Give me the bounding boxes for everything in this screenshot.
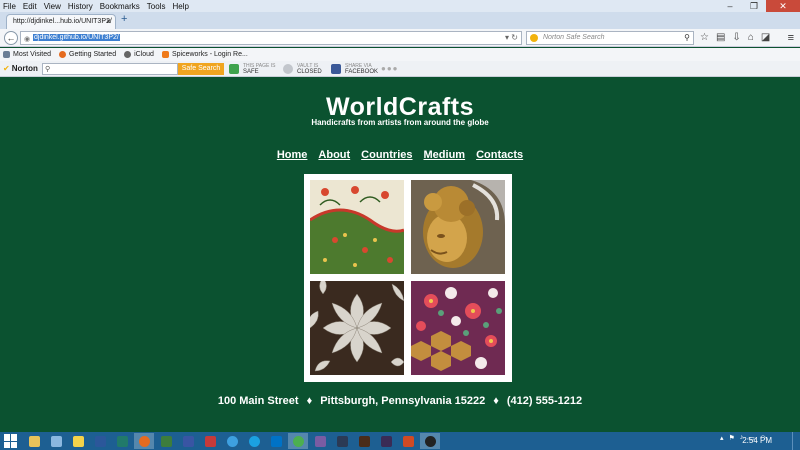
norton-toolbar: ✔ Norton ⚲ Safe Search THIS PAGE IS SAFE V…: [0, 61, 800, 77]
globe-icon: ◉: [24, 36, 31, 43]
norton-search-input[interactable]: ⚲: [42, 63, 178, 75]
word-icon[interactable]: [90, 433, 110, 449]
menu-history[interactable]: History: [68, 2, 93, 11]
footer-city: Pittsburgh, Pennsylvania 15222: [320, 395, 486, 407]
menu-bookmarks[interactable]: Bookmarks: [100, 2, 140, 11]
menu-bar: File Edit View History Bookmarks Tools H…: [0, 0, 800, 12]
premiere-icon[interactable]: [376, 433, 396, 449]
publisher-icon[interactable]: [112, 433, 132, 449]
nav-contacts[interactable]: Contacts: [476, 149, 523, 161]
bookmarks-bar: Most Visited Getting Started iCloud Spic…: [0, 48, 800, 61]
norton-logo: ✔ Norton: [3, 64, 38, 73]
separator-diamond: ♦: [493, 395, 499, 407]
nav-home[interactable]: Home: [277, 149, 308, 161]
dreamweaver-icon[interactable]: [156, 433, 176, 449]
download-icon[interactable]: ⇩: [732, 32, 740, 43]
obs-icon[interactable]: [420, 433, 440, 449]
tab-title: http://djdinkel...hub.io/UNIT3P2/: [13, 18, 112, 25]
search-icon[interactable]: ⚲: [684, 33, 690, 42]
search-placeholder: Norton Safe Search: [543, 34, 605, 41]
facebook-icon: [331, 64, 341, 74]
url-text: djdinkel.github.io/UNIT3P2/: [33, 34, 120, 41]
skype-icon[interactable]: [244, 433, 264, 449]
bookmark-star-icon[interactable]: ☆: [700, 32, 709, 43]
home-icon[interactable]: ⌂: [748, 32, 754, 43]
safe-search-button[interactable]: Safe Search: [178, 63, 224, 75]
floral-textile-image[interactable]: [411, 281, 505, 375]
more-icon[interactable]: ●●●: [381, 64, 399, 73]
bookmark-spiceworks[interactable]: Spiceworks - Login Re...: [161, 51, 248, 58]
reload-icon[interactable]: ▾ ↻: [505, 33, 518, 42]
tab-strip: http://djdinkel...hub.io/UNIT3P2/ × +: [0, 12, 800, 29]
nav-about[interactable]: About: [318, 149, 350, 161]
footer-phone: (412) 555-1212: [506, 395, 583, 407]
minimize-icon[interactable]: –: [718, 0, 742, 12]
taskbar-clock[interactable]: 2:54 PM: [742, 436, 772, 445]
menu-help[interactable]: Help: [172, 2, 188, 11]
norton-search-icon: [530, 34, 538, 42]
outlook-icon[interactable]: [266, 433, 286, 449]
cherub-sculpture-image[interactable]: [411, 180, 505, 274]
notes-icon[interactable]: [68, 433, 88, 449]
bookmark-folder-icon: [3, 51, 10, 58]
floral-painting-image[interactable]: [310, 180, 404, 274]
chrome-icon[interactable]: [288, 433, 308, 449]
visio-icon[interactable]: [178, 433, 198, 449]
site-subtitle: Handicrafts from artists from around the…: [311, 118, 489, 127]
web-page: WorldCrafts Handicrafts from artists fro…: [0, 77, 800, 432]
menu-tools[interactable]: Tools: [147, 2, 166, 11]
taskbar: ▴ ⚑ ♪ ▭ ◠ 2:54 PM: [0, 432, 800, 450]
browser-tab[interactable]: http://djdinkel...hub.io/UNIT3P2/ ×: [6, 14, 116, 29]
addon-icon[interactable]: ◪: [761, 32, 770, 43]
show-desktop-button[interactable]: [792, 432, 800, 450]
craft-gallery: [304, 174, 512, 382]
footer-street: 100 Main Street: [217, 395, 299, 407]
bookmark-most-visited[interactable]: Most Visited: [3, 51, 51, 58]
vault-icon: [283, 64, 293, 74]
windows-start-icon[interactable]: [4, 434, 18, 448]
reading-list-icon[interactable]: ▤: [716, 32, 725, 43]
powerpoint-icon[interactable]: [398, 433, 418, 449]
safe-check-icon: [229, 64, 239, 74]
illustrator-icon[interactable]: [354, 433, 374, 449]
url-bar[interactable]: ◉ djdinkel.github.io/UNIT3P2/ ▾ ↻: [20, 31, 522, 45]
apple-icon: [124, 51, 132, 58]
page-status[interactable]: THIS PAGE IS SAFE: [243, 63, 275, 75]
menu-file[interactable]: File: [3, 2, 16, 11]
menu-edit[interactable]: Edit: [23, 2, 37, 11]
network-icon[interactable]: ▴: [720, 434, 724, 442]
toolbar-icons: ☆ ▤ ⇩ ⌂ ◪: [700, 32, 770, 43]
back-arrow-icon[interactable]: ←: [4, 31, 18, 45]
firefox-icon[interactable]: [134, 433, 154, 449]
nav-countries[interactable]: Countries: [361, 149, 412, 161]
search-input[interactable]: Norton Safe Search ⚲: [526, 31, 694, 45]
media-player-icon[interactable]: [310, 433, 330, 449]
snipping-tool-icon[interactable]: [200, 433, 220, 449]
photoshop-icon[interactable]: [332, 433, 352, 449]
flag-icon[interactable]: ⚑: [728, 434, 734, 442]
menu-icon[interactable]: ≡: [788, 32, 794, 44]
bookmark-getting-started[interactable]: Getting Started: [59, 51, 116, 58]
file-explorer-icon[interactable]: [24, 433, 44, 449]
spiceworks-icon: [161, 51, 169, 58]
contact-footer: 100 Main Street ♦ Pittsburgh, Pennsylvania…: [0, 395, 800, 407]
photos-icon[interactable]: [46, 433, 66, 449]
firefox-icon: [59, 51, 66, 58]
nav-medium[interactable]: Medium: [424, 149, 466, 161]
tab-close-icon[interactable]: ×: [106, 17, 111, 26]
bookmark-icloud[interactable]: iCloud: [124, 51, 154, 58]
vault-status[interactable]: VAULT IS CLOSED: [297, 63, 322, 75]
window-controls: – ❐ ✕: [718, 0, 800, 12]
search-icon: ⚲: [45, 66, 51, 73]
site-nav: Home About Countries Medium Contacts: [0, 149, 800, 161]
internet-explorer-icon[interactable]: [222, 433, 242, 449]
close-icon[interactable]: ✕: [766, 0, 800, 12]
maximize-icon[interactable]: ❐: [742, 0, 766, 12]
navigation-bar: ← ◉ djdinkel.github.io/UNIT3P2/ ▾ ↻ Nort…: [0, 29, 800, 47]
inlay-woodwork-image[interactable]: [310, 281, 404, 375]
separator-diamond: ♦: [306, 395, 313, 407]
menu-view[interactable]: View: [44, 2, 61, 11]
share-facebook[interactable]: SHARE VIA FACEBOOK: [345, 63, 378, 75]
new-tab-icon[interactable]: +: [121, 13, 127, 25]
